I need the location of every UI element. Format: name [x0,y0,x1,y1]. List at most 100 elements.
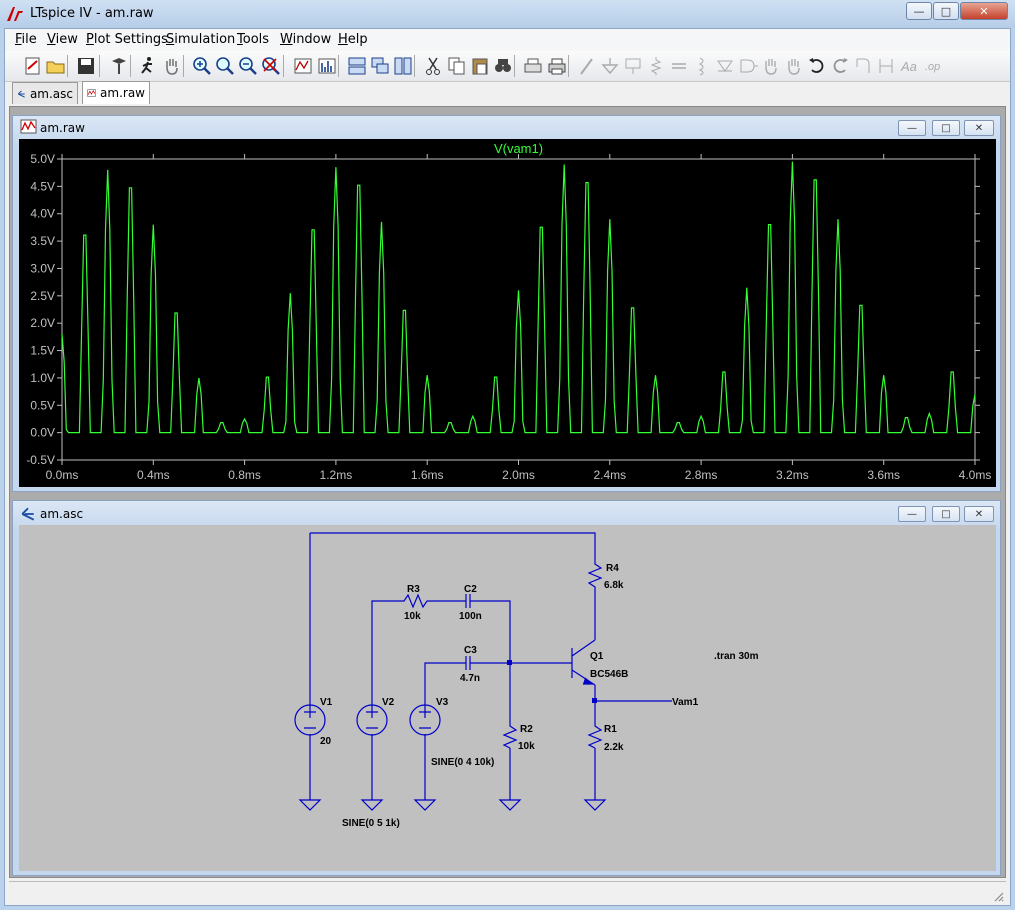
rotate-icon[interactable] [852,55,874,77]
schematic-drawing[interactable]: R4 6.8k R3 10k C2 100n C3 4.7n Q1 BC546B… [19,525,996,871]
plot-frame [61,158,976,461]
svg-text:Aa: Aa [900,59,917,74]
toolbar-separator [514,55,515,77]
resistor-icon[interactable] [645,55,667,77]
y-tick-label: 0.5V [30,398,55,412]
y-tick-label: 2.0V [30,316,55,330]
redo-icon[interactable] [829,55,851,77]
trace-vam1 [61,161,976,434]
y-tick-label: -0.5V [26,453,55,467]
fft-icon[interactable] [316,55,338,77]
run-icon[interactable] [137,55,159,77]
diode-icon[interactable] [714,55,736,77]
tab-am-raw[interactable]: am.raw [82,81,150,104]
schematic-file-icon [17,89,25,98]
menu-simulation[interactable]: Simulation [166,32,235,47]
tile-vertical-icon[interactable] [392,55,414,77]
toolbar-separator [99,55,100,77]
c3-value: 4.7n [460,673,480,684]
paste-icon[interactable] [469,55,491,77]
open-icon[interactable] [45,55,67,77]
waveform-chart[interactable]: -0.5V 0.0V 0.5V 1.0V 1.5V 2.0V 2.5V 3.0V 3.5V 4.0… [19,139,996,487]
zoom-out-icon[interactable] [237,55,259,77]
y-tick-label: 5.0V [30,152,55,166]
undo-icon[interactable] [806,55,828,77]
v1-value: 20 [320,736,332,747]
mirror-icon[interactable] [875,55,897,77]
tab-strip [5,82,1010,104]
r4-value: 6.8k [604,580,624,591]
drag-icon[interactable] [783,55,805,77]
print-preview-icon[interactable] [522,55,544,77]
y-tick-label: 2.5V [30,289,55,303]
c3-ref: C3 [464,645,477,656]
menu-tools[interactable]: Tools [237,32,269,47]
close-button[interactable]: ✕ [960,2,1008,20]
move-icon[interactable] [760,55,782,77]
r4-symbol [587,560,603,590]
r1-value: 2.2k [604,742,624,753]
maximize-button[interactable]: □ [933,2,959,20]
minimize-button[interactable]: — [906,2,932,20]
plot-pane[interactable]: -0.5V 0.0V 0.5V 1.0V 1.5V 2.0V 2.5V 3.0V 3.5V 4.0… [19,139,996,487]
zoom-in-icon[interactable] [191,55,213,77]
r3-symbol [400,593,430,609]
schematic-close-button[interactable]: ✕ [964,506,994,522]
label-net-icon[interactable] [622,55,644,77]
zoom-back-icon[interactable] [214,55,236,77]
print-icon[interactable] [546,55,568,77]
toolbar-separator [130,55,131,77]
find-icon[interactable] [492,55,514,77]
text-icon[interactable]: Aa [898,55,920,77]
plot-maximize-button[interactable]: □ [932,120,960,136]
autorange-icon[interactable] [292,55,314,77]
trace-legend-vam1: V(vam1) [494,141,543,156]
menu-help[interactable]: Help [338,32,368,47]
ground-icon[interactable] [599,55,621,77]
status-bar [9,881,1006,904]
resize-grip-icon[interactable] [992,890,1004,902]
menu-window[interactable]: Window [280,32,331,47]
spice-directive-icon[interactable]: .op [921,55,943,77]
menu-plot-settings[interactable]: Plot Settings [86,32,168,47]
schematic-maximize-button[interactable]: □ [932,506,960,522]
tab-am-asc[interactable]: am.asc [12,82,78,104]
plot-minimize-button[interactable]: — [898,120,926,136]
control-panel-icon[interactable] [108,55,130,77]
schematic-canvas[interactable]: R4 6.8k R3 10k C2 100n C3 4.7n Q1 BC546B… [19,525,996,871]
save-icon[interactable] [75,55,97,77]
wire-icon[interactable] [576,55,598,77]
pan-hand-icon[interactable] [161,55,183,77]
schematic-minimize-button[interactable]: — [898,506,926,522]
y-tick-label: 0.0V [30,426,55,440]
ltspice-logo-icon [7,7,23,21]
zoom-fit-icon[interactable] [260,55,282,77]
plot-close-button[interactable]: ✕ [964,120,994,136]
waveform-window-icon [20,119,37,134]
x-tick-label: 2.4ms [593,468,626,482]
cut-icon[interactable] [422,55,444,77]
menu-file[interactable]: File [15,32,37,47]
c3-symbol [462,656,474,670]
r3-ref: R3 [407,584,420,595]
r2-ref: R2 [520,724,533,735]
q1-ref: Q1 [590,651,604,662]
toolbar-separator [568,55,569,77]
net-label-vam1: Vam1 [672,697,699,708]
copy-icon[interactable] [446,55,468,77]
new-schematic-icon[interactable] [22,55,44,77]
cascade-icon[interactable] [369,55,391,77]
tile-horizontal-icon[interactable] [346,55,368,77]
inductor-icon[interactable] [691,55,713,77]
v3-ref: V3 [436,697,449,708]
svg-text:.op: .op [925,61,940,73]
q1-value: BC546B [590,669,628,680]
r4-ref: R4 [606,563,619,574]
menu-view[interactable]: View [47,32,78,47]
component-icon[interactable] [737,55,759,77]
capacitor-icon[interactable] [668,55,690,77]
r1-ref: R1 [604,724,617,735]
plot-window-title: am.raw [40,121,85,135]
y-tick-label: 1.5V [30,344,55,358]
x-tick-label: 0.0ms [46,468,79,482]
